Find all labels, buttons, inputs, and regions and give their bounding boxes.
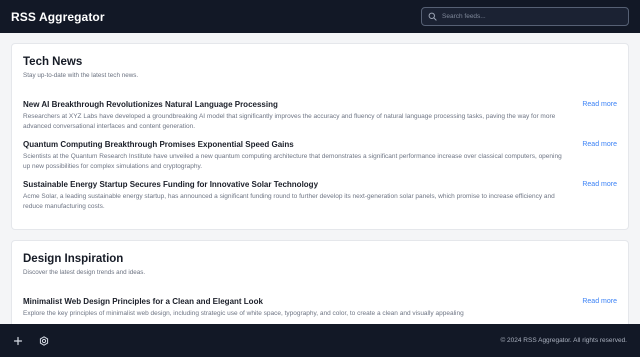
section-subtitle: Stay up-to-date with the latest tech new… [23,72,139,79]
search-box[interactable] [421,7,629,26]
feed-section-tech-news: Tech News Stay up-to-date with the lates… [11,43,629,230]
article-description: Acme Solar, a leading sustainable energy… [23,193,555,210]
section-title: Design Inspiration [23,253,124,265]
top-navbar: RSS Aggregator [0,0,640,33]
article-body: Quantum Computing Breakthrough Promises … [23,140,568,172]
article-list: New AI Breakthrough Revolutionizes Natur… [23,100,617,212]
bottom-actions [13,335,49,346]
article-body: Sustainable Energy Startup Secures Fundi… [23,180,568,212]
article-item: Sustainable Energy Startup Secures Fundi… [23,180,617,212]
copyright-text: © 2024 RSS Aggregator. All rights reserv… [500,337,627,344]
settings-icon[interactable] [39,335,49,346]
article-title[interactable]: New AI Breakthrough Revolutionizes Natur… [23,100,568,109]
article-title[interactable]: Quantum Computing Breakthrough Promises … [23,140,568,149]
article-item: New AI Breakthrough Revolutionizes Natur… [23,100,617,132]
bottom-bar: © 2024 RSS Aggregator. All rights reserv… [0,324,640,357]
article-list: Minimalist Web Design Principles for a C… [23,297,617,319]
article-description: Scientists at the Quantum Research Insti… [23,153,562,170]
feed-section-design-inspiration: Design Inspiration Discover the latest d… [11,240,629,324]
article-description: Researchers at XYZ Labs have developed a… [23,113,556,130]
read-more-link[interactable]: Read more [582,141,617,148]
read-more-link[interactable]: Read more [582,298,617,305]
app-title: RSS Aggregator [11,9,105,24]
section-title: Tech News [23,56,83,68]
article-body: Minimalist Web Design Principles for a C… [23,297,568,319]
read-more-link[interactable]: Read more [582,181,617,188]
section-subtitle: Discover the latest design trends and id… [23,269,146,276]
feed-content[interactable]: Tech News Stay up-to-date with the lates… [0,33,640,324]
article-description: Explore the key principles of minimalist… [23,310,464,317]
article-body: New AI Breakthrough Revolutionizes Natur… [23,100,568,132]
plus-icon[interactable] [13,336,23,346]
article-item: Minimalist Web Design Principles for a C… [23,297,617,319]
article-item: Quantum Computing Breakthrough Promises … [23,140,617,172]
article-title[interactable]: Minimalist Web Design Principles for a C… [23,297,568,306]
search-icon [428,12,437,21]
read-more-link[interactable]: Read more [582,101,617,108]
search-input[interactable] [442,13,622,20]
article-title[interactable]: Sustainable Energy Startup Secures Fundi… [23,180,568,189]
